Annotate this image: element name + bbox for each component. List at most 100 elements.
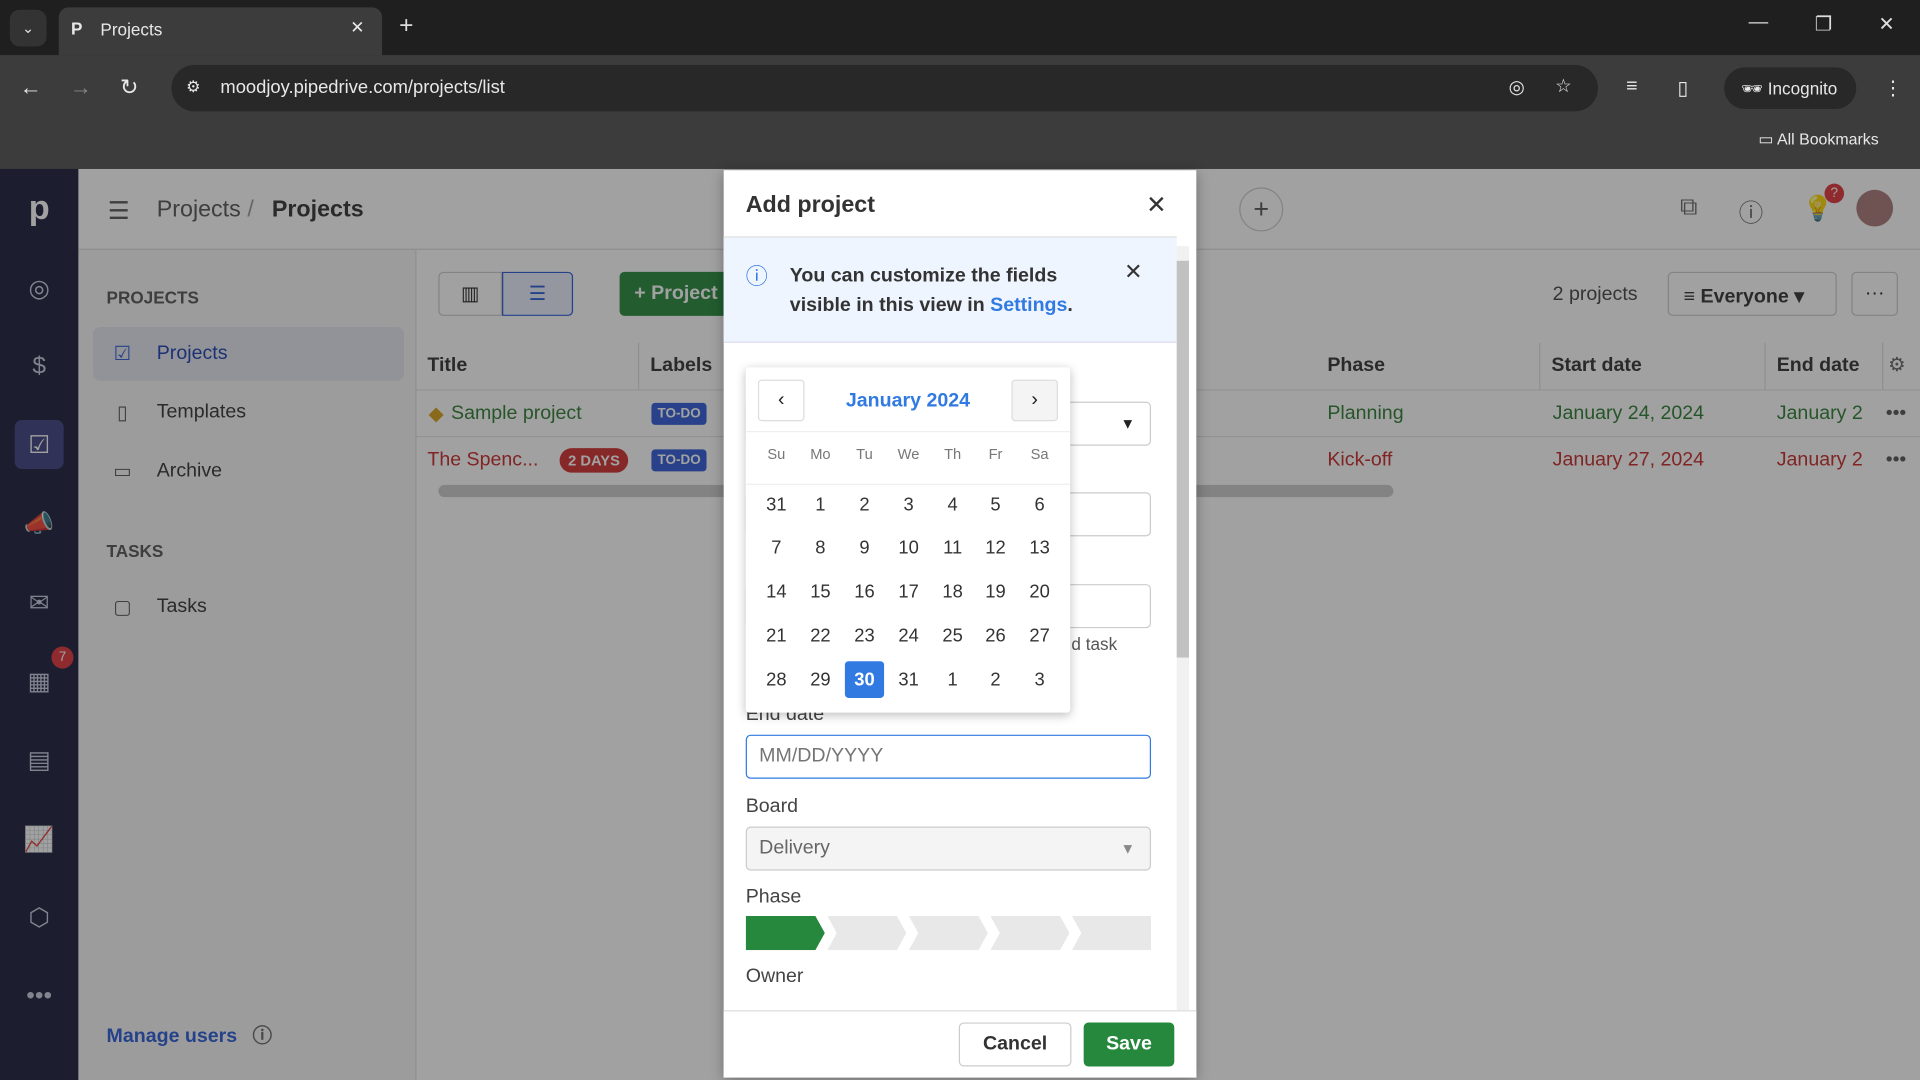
calendar-day[interactable]: 20 (1020, 574, 1059, 611)
calendar-day[interactable]: 12 (976, 530, 1015, 567)
weekday-header: Fr (988, 445, 1003, 463)
calendar-day[interactable]: 5 (976, 486, 1015, 523)
restore-icon[interactable]: ❐ (1815, 12, 1833, 36)
browser-tab[interactable]: P Projects ✕ (58, 7, 383, 56)
bookmark-star-icon[interactable]: ☆ (1555, 75, 1571, 97)
menu-icon[interactable]: ⋮ (1883, 76, 1903, 100)
info-icon: ⓘ (745, 264, 768, 289)
phase-label: Phase (745, 886, 802, 908)
calendar-day[interactable]: 29 (801, 661, 840, 698)
weekday-header: Tu (856, 445, 873, 463)
site-info-icon[interactable]: ⚙ (186, 77, 200, 97)
weekday-header: Mo (810, 445, 831, 463)
calendar-day[interactable]: 3 (889, 486, 928, 523)
dropdown-caret-icon: ▼ (1120, 840, 1136, 858)
calendar-day[interactable]: 17 (889, 574, 928, 611)
phase-step-1[interactable] (745, 915, 825, 951)
profile-label: Incognito (1767, 78, 1838, 98)
eye-off-icon[interactable]: ◎ (1509, 76, 1525, 98)
weekday-header: Su (767, 445, 786, 463)
address-bar-row: ← → ↻ ⚙ moodjoy.pipedrive.com/projects/l… (0, 55, 1920, 169)
url-text: moodjoy.pipedrive.com/projects/list (220, 77, 505, 98)
phase-step-4[interactable] (990, 915, 1070, 951)
info-banner: ⓘ You can customize the fields visible i… (723, 236, 1177, 343)
calendar-day[interactable]: 19 (976, 574, 1015, 611)
calendar-day[interactable]: 4 (933, 486, 972, 523)
calendar-day[interactable]: 27 (1020, 618, 1059, 655)
calendar-day[interactable]: 1 (801, 486, 840, 523)
close-banner-icon[interactable]: ✕ (1124, 260, 1142, 286)
pipedrive-favicon-icon: P (71, 18, 83, 38)
tab-title: Projects (100, 19, 163, 40)
date-picker: ‹ January 2024 › Su Mo Tu We Th Fr Sa 31 1 2 3 4 5 6 7… (745, 367, 1071, 713)
calendar-day[interactable]: 14 (757, 574, 796, 611)
incognito-icon: 🕶 (1741, 78, 1768, 98)
scrollbar-thumb[interactable] (1176, 260, 1189, 658)
calendar-day[interactable]: 11 (933, 530, 972, 567)
sidepanel-icon[interactable]: ▯ (1678, 76, 1689, 100)
info-text: You can customize the fields visible in … (790, 262, 1096, 321)
all-bookmarks[interactable]: ▭ All Bookmarks (1758, 130, 1878, 150)
calendar-divider (745, 431, 1071, 433)
calendar-day[interactable]: 22 (801, 618, 840, 655)
calendar-day[interactable]: 7 (757, 530, 796, 567)
calendar-day[interactable]: 2 (976, 661, 1015, 698)
calendar-day[interactable]: 1 (933, 661, 972, 698)
calendar-day[interactable]: 8 (801, 530, 840, 567)
incognito-button[interactable]: 🕶 Incognito (1724, 67, 1857, 109)
media-icon[interactable]: ≡ (1626, 76, 1637, 98)
calendar-day[interactable]: 23 (845, 618, 884, 655)
settings-link[interactable]: Settings (990, 295, 1067, 316)
calendar-day[interactable]: 16 (845, 574, 884, 611)
partial-label: d task (1071, 634, 1118, 654)
owner-label: Owner (745, 966, 804, 987)
close-tab-icon[interactable]: ✕ (350, 17, 364, 38)
board-label: Board (745, 795, 799, 817)
close-dialog-icon[interactable]: ✕ (1146, 190, 1167, 221)
end-date-input[interactable] (745, 734, 1152, 779)
back-icon[interactable]: ← (20, 75, 42, 101)
bookmarks-label: All Bookmarks (1776, 129, 1879, 149)
weekday-header: We (897, 445, 920, 463)
minimize-icon[interactable]: — (1749, 12, 1769, 34)
close-window-icon[interactable]: ✕ (1878, 12, 1894, 36)
phase-step-2[interactable] (827, 915, 907, 951)
calendar-day[interactable]: 28 (757, 661, 796, 698)
calendar-day[interactable]: 15 (801, 574, 840, 611)
reload-icon[interactable]: ↻ (120, 75, 138, 101)
weekday-header: Sa (1030, 445, 1049, 463)
board-value: Delivery (759, 837, 830, 859)
board-select[interactable]: Delivery ▼ (745, 826, 1152, 871)
calendar-day[interactable]: 2 (845, 486, 884, 523)
calendar-day[interactable]: 31 (757, 486, 796, 523)
calendar-day[interactable]: 31 (889, 661, 928, 698)
url-field[interactable]: ⚙ moodjoy.pipedrive.com/projects/list ◎ … (171, 64, 1598, 112)
calendar-day-selected[interactable]: 30 (844, 661, 885, 699)
calendar-day[interactable]: 24 (889, 618, 928, 655)
calendar-day[interactable]: 3 (1020, 661, 1059, 698)
dropdown-caret-icon: ▼ (1120, 415, 1136, 433)
save-button[interactable]: Save (1083, 1022, 1175, 1067)
calendar-day[interactable]: 26 (976, 618, 1015, 655)
forward-icon[interactable]: → (70, 75, 92, 101)
dialog-title: Add project (745, 192, 875, 218)
dialog-footer: Cancel Save (723, 1010, 1197, 1078)
calendar-divider (745, 483, 1071, 485)
calendar-day[interactable]: 10 (889, 530, 928, 567)
calendar-day[interactable]: 13 (1020, 530, 1059, 567)
tab-search-icon[interactable]: ⌄ (9, 9, 47, 47)
calendar-day[interactable]: 21 (757, 618, 796, 655)
new-tab-icon[interactable]: + (399, 12, 413, 40)
calendar-day[interactable]: 6 (1020, 486, 1059, 523)
calendar-day[interactable]: 18 (933, 574, 972, 611)
browser-tab-bar: ⌄ P Projects ✕ + — ❐ ✕ (0, 0, 1920, 56)
dialog-scrollbar[interactable] (1176, 246, 1189, 1011)
next-month-button[interactable]: › (1011, 379, 1058, 422)
phase-step-5[interactable] (1071, 915, 1151, 951)
calendar-day[interactable]: 25 (933, 618, 972, 655)
cancel-button[interactable]: Cancel (958, 1022, 1072, 1067)
calendar-day[interactable]: 9 (845, 530, 884, 567)
phase-selector[interactable] (745, 915, 1151, 951)
phase-step-3[interactable] (908, 915, 988, 951)
weekday-header: Th (944, 445, 962, 463)
